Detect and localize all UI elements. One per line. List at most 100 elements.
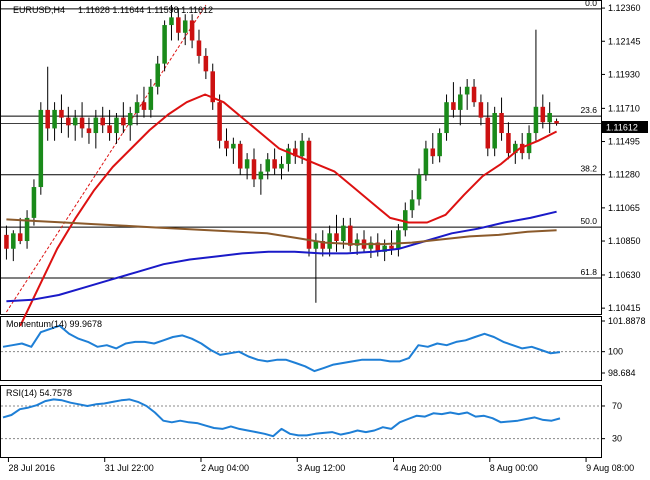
candle-body — [169, 17, 174, 26]
candle-body — [231, 143, 236, 149]
price-tick-label: 1.11710 — [608, 103, 640, 113]
candle — [265, 153, 271, 180]
candle — [430, 133, 436, 164]
time-tick-label: 9 Aug 08:00 — [586, 463, 634, 473]
candle — [79, 102, 85, 138]
fib-label: 50.0 — [580, 216, 597, 226]
candle — [86, 117, 92, 144]
moving-average-line — [6, 218, 557, 246]
candle — [66, 106, 71, 138]
candle-body — [4, 234, 9, 249]
candle-body — [189, 20, 195, 41]
candle — [478, 94, 484, 126]
candle — [24, 210, 30, 249]
time-tick-label: 2 Aug 04:00 — [201, 463, 249, 473]
price-axis: 1.12360 1.12145 1.11930 1.11710 1.11495 1.112… — [601, 3, 641, 313]
candle — [334, 214, 339, 252]
candle-body — [121, 117, 126, 126]
candle-body — [389, 245, 394, 249]
candle — [368, 236, 374, 259]
fib-label: 0.0 — [585, 0, 597, 8]
candle — [52, 102, 57, 141]
candle-body — [341, 225, 346, 242]
candle-body — [100, 117, 105, 126]
moving-average-line — [6, 210, 557, 303]
candle-body — [471, 86, 477, 103]
candle-body — [347, 225, 353, 246]
indicator-tick-label: 70 — [612, 401, 622, 411]
price-tick-label: 1.11495 — [608, 137, 640, 147]
candle-body — [478, 102, 484, 118]
trendline — [6, 4, 207, 313]
candle-body — [155, 63, 160, 87]
price-tick-label: 1.10630 — [608, 270, 641, 280]
candle-body — [244, 159, 250, 169]
price-tick-label: 1.11930 — [608, 69, 640, 79]
candle-body — [547, 112, 552, 123]
candle — [203, 48, 209, 80]
candle — [327, 225, 332, 257]
candle — [361, 230, 367, 252]
candle-body — [45, 109, 50, 129]
candle — [533, 29, 539, 141]
candle — [492, 106, 497, 157]
candle — [38, 102, 44, 195]
candle — [485, 102, 491, 157]
candle — [182, 14, 188, 46]
candle — [471, 79, 477, 107]
price-tick-label: 1.11065 — [608, 203, 640, 213]
candle — [279, 156, 284, 180]
candle — [231, 137, 236, 164]
candle-body — [485, 117, 491, 149]
time-axis: 28 Jul 2016 31 Jul 22:00 2 Aug 04:00 3 Aug … — [7, 458, 634, 473]
candle — [292, 140, 298, 164]
candle — [547, 102, 552, 134]
candle-body — [11, 233, 16, 249]
forex-chart: 0.0 23.6 38.2 50.0 61.8 1.12360 1.12145 1.1193… — [0, 0, 648, 473]
candle-body — [72, 117, 78, 126]
candle — [4, 225, 9, 260]
candle-body — [224, 140, 229, 149]
candle-body — [430, 148, 436, 157]
rsi-panel: 70 30 — [1, 398, 622, 444]
candle-body — [499, 112, 504, 134]
candle — [258, 163, 264, 195]
candle-body — [134, 102, 140, 113]
candle — [396, 224, 401, 257]
candle — [210, 63, 216, 110]
candle — [444, 94, 449, 141]
time-tick-label: 4 Aug 20:00 — [394, 463, 442, 473]
candle — [272, 148, 277, 175]
candle-body — [492, 112, 497, 149]
candle-body — [79, 117, 85, 129]
time-tick-label: 3 Aug 12:00 — [297, 463, 345, 473]
candle — [196, 29, 202, 64]
candle — [127, 106, 133, 141]
candle — [189, 14, 195, 49]
candle-body — [66, 117, 71, 126]
indicator-tick-label: 98.684 — [608, 368, 636, 378]
last-price-tag: 1.11612 — [606, 123, 638, 133]
candle — [451, 82, 456, 118]
candle-body — [107, 125, 112, 134]
fib-label: 61.8 — [580, 267, 597, 277]
indicator-line — [2, 398, 561, 438]
candle-body — [114, 117, 119, 134]
candle-body — [52, 109, 57, 129]
candle — [217, 94, 222, 149]
price-tick-label: 1.12145 — [608, 36, 641, 46]
candle-body — [396, 230, 401, 249]
candle — [526, 125, 532, 160]
candle-body — [279, 163, 284, 169]
candle-body — [86, 128, 92, 134]
candle-body — [38, 109, 44, 188]
candle — [100, 106, 105, 134]
candle-body — [265, 159, 271, 172]
candle-body — [176, 17, 181, 33]
candle — [409, 190, 415, 218]
candle-body — [272, 159, 277, 169]
candle-body — [299, 140, 305, 157]
candle-body — [403, 210, 408, 231]
indicator-tick-label: 30 — [612, 434, 622, 444]
candle — [313, 233, 319, 303]
